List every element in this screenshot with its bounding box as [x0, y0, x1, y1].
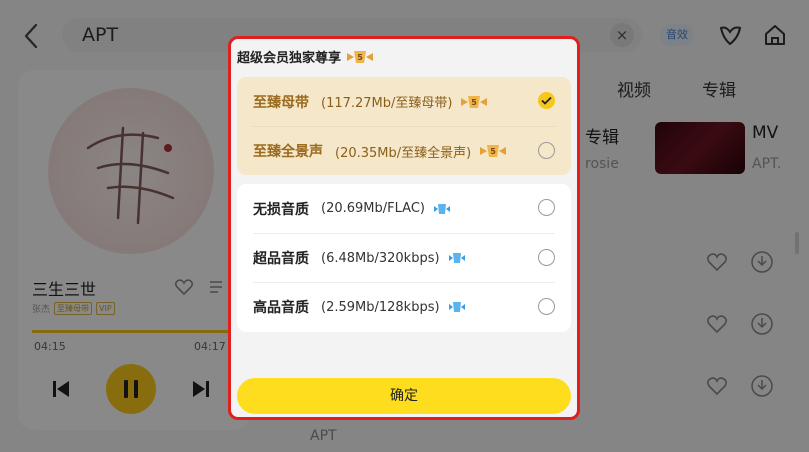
- confirm-button[interactable]: 确定: [237, 378, 571, 414]
- option-detail: (20.69Mb/FLAC): [321, 201, 425, 216]
- option-high-quality[interactable]: 高品音质 (2.59Mb/128kbps): [253, 282, 555, 331]
- svip-badge-icon: 5: [460, 94, 488, 110]
- radio-unchecked[interactable]: [538, 249, 555, 266]
- svip-badge-icon: 5: [479, 143, 507, 159]
- vip-badge-icon: [433, 203, 451, 215]
- option-name: 至臻全景声: [253, 144, 323, 160]
- option-name: 无损音质: [253, 201, 309, 218]
- option-name: 高品音质: [253, 300, 309, 316]
- option-super-quality[interactable]: 超品音质 (6.48Mb/320kbps): [253, 233, 555, 282]
- option-detail: (117.27Mb/至臻母带): [321, 96, 453, 111]
- option-detail: (20.35Mb/至臻全景声): [335, 145, 472, 161]
- option-name: 至臻母带: [253, 94, 309, 111]
- option-name: 超品音质: [253, 251, 309, 267]
- option-lossless[interactable]: 无损音质 (20.69Mb/FLAC): [253, 184, 555, 233]
- vip-badge-icon: [448, 252, 466, 264]
- quality-dialog: 超级会员独家尊享 5 至臻母带 (117.27Mb/至臻母带) 5 至臻全景声 …: [228, 36, 580, 420]
- radio-checked[interactable]: [538, 92, 555, 109]
- option-atmos[interactable]: 至臻全景声 (20.35Mb/至臻全景声) 5: [253, 126, 555, 175]
- vip-badge-icon: [448, 301, 466, 313]
- option-master-tape[interactable]: 至臻母带 (117.27Mb/至臻母带) 5: [253, 77, 555, 126]
- option-detail: (2.59Mb/128kbps): [321, 299, 440, 315]
- svg-text:5: 5: [472, 98, 478, 107]
- radio-unchecked[interactable]: [538, 142, 555, 159]
- svg-text:5: 5: [357, 53, 363, 62]
- svg-text:5: 5: [490, 147, 496, 156]
- option-detail: (6.48Mb/320kbps): [321, 250, 440, 266]
- vip-options: 至臻母带 (117.27Mb/至臻母带) 5 至臻全景声 (20.35Mb/至臻…: [237, 77, 571, 175]
- dialog-title-text: 超级会员独家尊享: [237, 51, 342, 66]
- standard-options: 无损音质 (20.69Mb/FLAC) 超品音质 (6.48Mb/320kbps…: [237, 184, 571, 332]
- radio-unchecked[interactable]: [538, 298, 555, 315]
- svip-badge-icon: 5: [347, 50, 374, 63]
- dialog-title: 超级会员独家尊享 5: [237, 47, 374, 66]
- radio-unchecked[interactable]: [538, 199, 555, 216]
